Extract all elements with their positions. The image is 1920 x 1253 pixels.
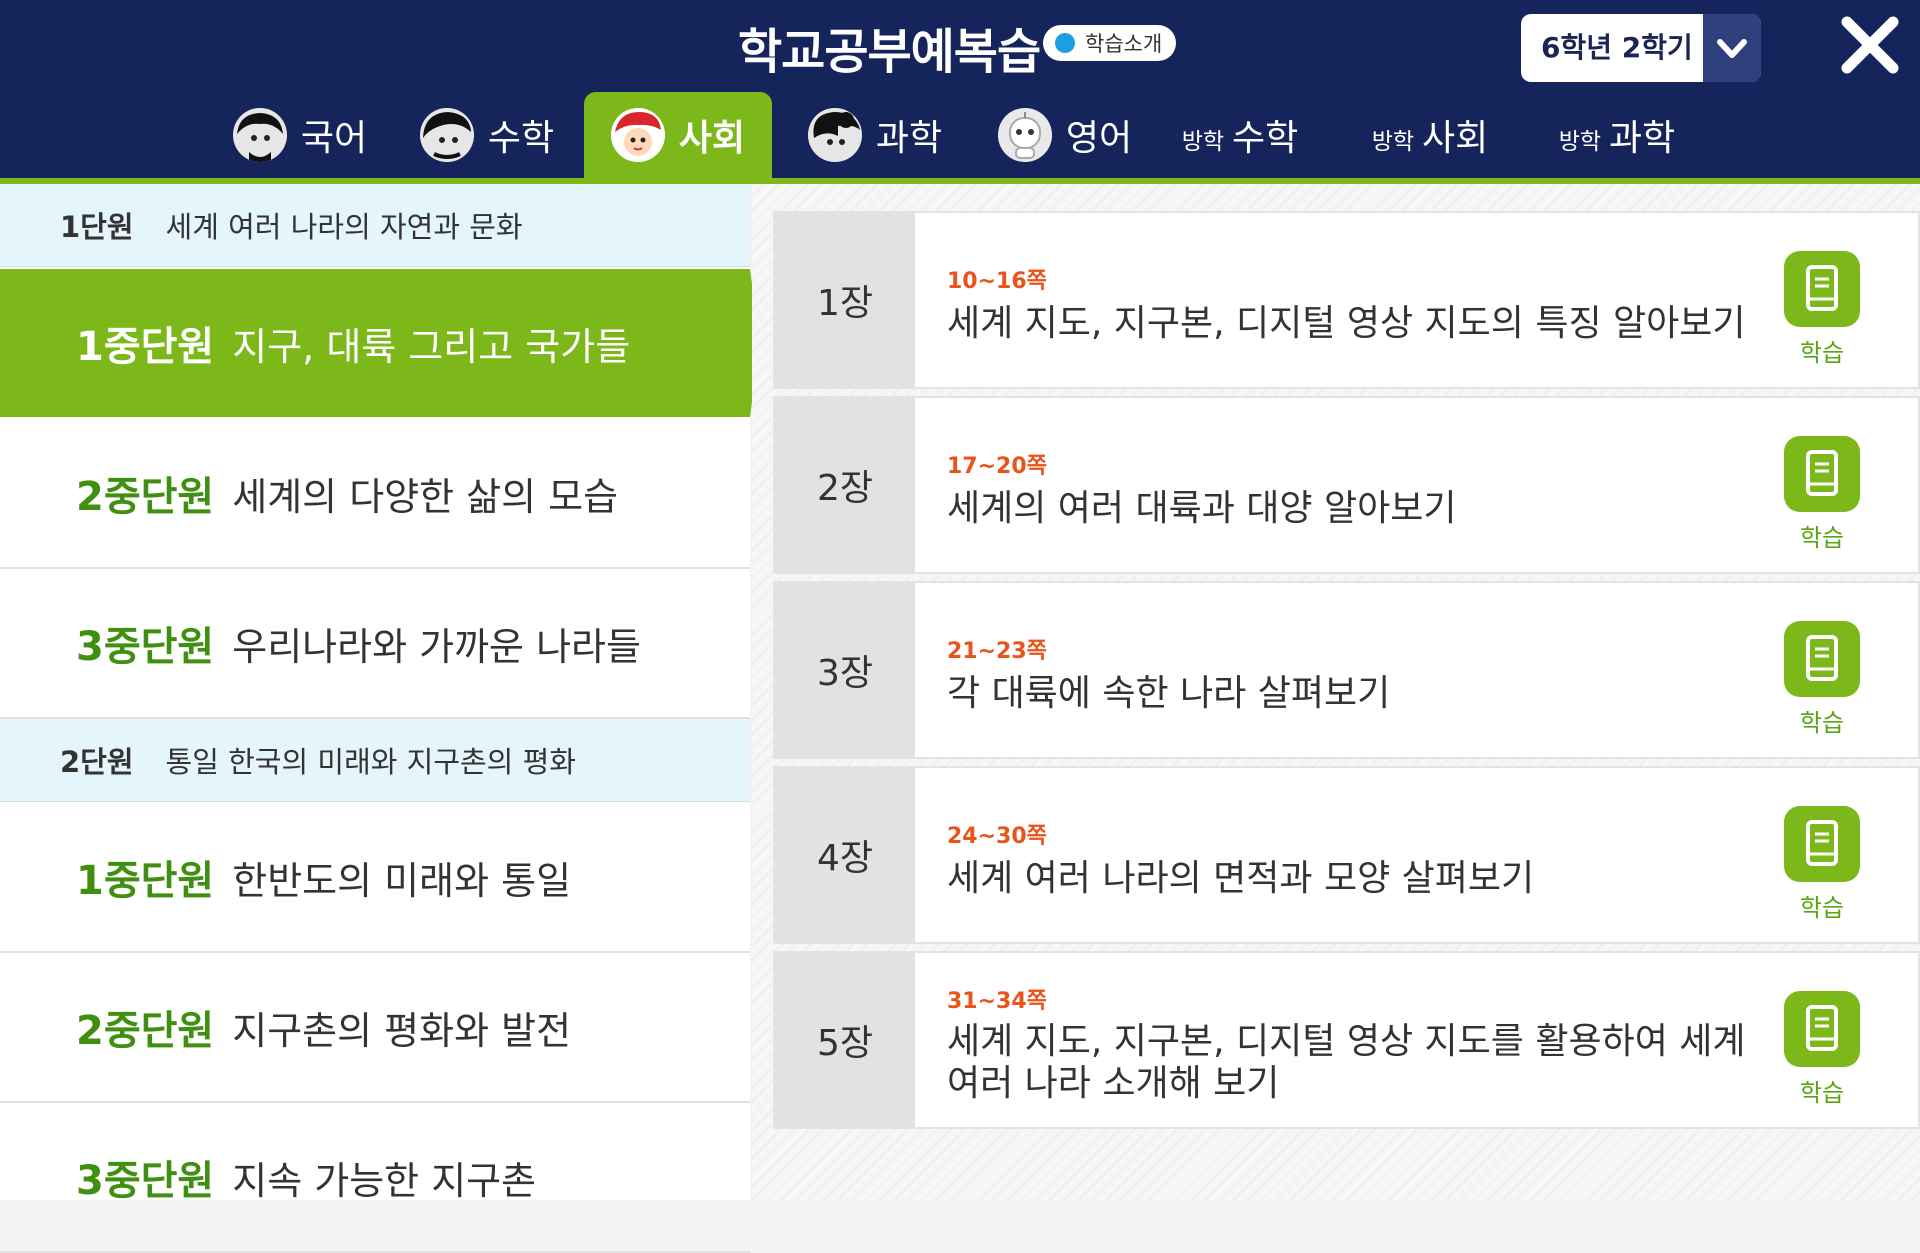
chapter-card: 1장 10~16쪽 세계 지도, 지구본, 디지털 영상 지도의 특징 알아보기…	[773, 211, 1920, 389]
chapter-pages: 21~23쪽	[947, 639, 1047, 664]
tab-science[interactable]: 과학	[800, 92, 950, 178]
unit-header: 2단원 통일 한국의 미래와 지구촌의 평화	[0, 719, 750, 802]
tab-vacation-science[interactable]: 방학 과학	[1547, 92, 1687, 178]
tab-label: 사회	[1422, 118, 1489, 159]
subunit-item[interactable]: 2중단원 지구촌의 평화와 발전	[0, 953, 750, 1103]
close-icon[interactable]	[1835, 10, 1905, 80]
tab-label: 영어	[1065, 118, 1133, 159]
chapter-pages: 10~16쪽	[947, 269, 1047, 294]
chapter-card: 4장 24~30쪽 세계 여러 나라의 면적과 모양 살펴보기 학습	[773, 766, 1920, 944]
korean-avatar-icon	[232, 108, 287, 162]
subunit-title: 지구촌의 평화와 발전	[232, 1008, 572, 1053]
app-title: 학교공부예복습	[738, 24, 1041, 80]
unit-header: 1단원 세계 여러 나라의 자연과 문화	[0, 184, 750, 267]
grade-selector-value: 6학년 2학기	[1541, 31, 1693, 64]
chapter-title: 세계 지도, 지구본, 디지털 영상 지도의 특징 알아보기	[947, 303, 1746, 344]
science-avatar-icon	[807, 108, 862, 162]
subunit-number: 1중단원	[76, 324, 215, 370]
chapter-pages: 24~30쪽	[947, 824, 1047, 849]
chapter-number: 2장	[775, 398, 915, 572]
book-icon	[1784, 806, 1860, 882]
chapter-number: 5장	[775, 953, 915, 1127]
chapter-card: 2장 17~20쪽 세계의 여러 대륙과 대양 알아보기 학습	[773, 396, 1920, 574]
subunit-number: 2중단원	[76, 474, 215, 520]
book-icon	[1784, 991, 1860, 1067]
study-label: 학습	[1799, 709, 1845, 737]
subunit-title: 세계의 다양한 삶의 모습	[232, 474, 619, 519]
tab-label: 수학	[1232, 118, 1299, 159]
grade-selector[interactable]: 6학년 2학기	[1521, 14, 1761, 82]
chevron-down-icon[interactable]	[1703, 14, 1761, 82]
subunit-number: 1중단원	[76, 858, 215, 904]
chapter-card: 5장 31~34쪽 세계 지도, 지구본, 디지털 영상 지도를 활용하여 세계…	[773, 951, 1920, 1129]
subunit-item[interactable]: 1중단원 지구, 대륙 그리고 국가들	[0, 269, 760, 417]
chapter-title: 각 대륙에 속한 나라 살펴보기	[947, 673, 1391, 714]
english-robot-icon	[997, 108, 1052, 162]
study-label: 학습	[1799, 894, 1845, 922]
subunit-number: 3중단원	[76, 624, 215, 670]
tab-prefix: 방학	[1181, 129, 1225, 155]
chapter-pages: 31~34쪽	[947, 989, 1047, 1014]
subunit-item[interactable]: 3중단원 지속 가능한 지구촌	[0, 1103, 750, 1253]
intro-dot-icon	[1055, 33, 1075, 53]
tab-prefix: 방학	[1371, 129, 1415, 155]
chapter-pages: 17~20쪽	[947, 454, 1047, 479]
intro-label: 학습소개	[1085, 32, 1163, 56]
social-avatar-icon	[610, 108, 665, 162]
book-icon	[1784, 621, 1860, 697]
study-label: 학습	[1799, 339, 1845, 367]
intro-button[interactable]: 학습소개	[1043, 25, 1177, 61]
chapter-title: 세계의 여러 대륙과 대양 알아보기	[947, 488, 1457, 529]
study-button[interactable]: 학습	[1784, 806, 1860, 923]
study-label: 학습	[1799, 524, 1845, 552]
study-label: 학습	[1799, 1079, 1845, 1107]
tab-label: 수학	[487, 118, 555, 159]
math-avatar-icon	[419, 108, 474, 162]
chapter-card: 3장 21~23쪽 각 대륙에 속한 나라 살펴보기 학습	[773, 581, 1920, 759]
book-icon	[1784, 436, 1860, 512]
tab-english[interactable]: 영어	[990, 92, 1140, 178]
tab-label: 과학	[875, 118, 943, 159]
tab-label: 사회	[678, 118, 746, 159]
subunit-number: 2중단원	[76, 1008, 215, 1054]
chapter-number: 4장	[775, 768, 915, 942]
subunit-item[interactable]: 1중단원 한반도의 미래와 통일	[0, 803, 750, 953]
tab-vacation-social[interactable]: 방학 사회	[1360, 92, 1500, 178]
tab-vacation-math[interactable]: 방학 수학	[1170, 92, 1310, 178]
unit-number: 1단원	[60, 210, 134, 244]
tab-label: 국어	[300, 118, 368, 159]
unit-number: 2단원	[60, 745, 134, 779]
study-button[interactable]: 학습	[1784, 621, 1860, 738]
chapter-title: 세계 지도, 지구본, 디지털 영상 지도를 활용하여 세계 여러 나라 소개해…	[947, 1021, 1746, 1104]
chapter-number: 3장	[775, 583, 915, 757]
subunit-item[interactable]: 3중단원 우리나라와 가까운 나라들	[0, 569, 750, 719]
study-button[interactable]: 학습	[1784, 991, 1860, 1108]
subunit-title: 지구, 대륙 그리고 국가들	[232, 324, 631, 369]
chapter-title: 세계 여러 나라의 면적과 모양 살펴보기	[947, 858, 1535, 899]
tab-label: 과학	[1609, 118, 1676, 159]
subunit-item[interactable]: 2중단원 세계의 다양한 삶의 모습	[0, 419, 750, 569]
tab-math[interactable]: 수학	[412, 92, 562, 178]
unit-title: 세계 여러 나라의 자연과 문화	[165, 210, 523, 244]
book-icon	[1784, 251, 1860, 327]
study-button[interactable]: 학습	[1784, 436, 1860, 553]
unit-title: 통일 한국의 미래와 지구촌의 평화	[165, 745, 576, 779]
tab-korean[interactable]: 국어	[225, 92, 375, 178]
subunit-title: 지속 가능한 지구촌	[232, 1158, 537, 1203]
unit-list: 1단원 세계 여러 나라의 자연과 문화 1중단원 지구, 대륙 그리고 국가들…	[0, 184, 760, 1253]
tab-social[interactable]: 사회	[584, 92, 772, 178]
tab-prefix: 방학	[1558, 129, 1602, 155]
subunit-title: 한반도의 미래와 통일	[232, 858, 572, 903]
chapter-number: 1장	[775, 213, 915, 387]
subject-tabs: 국어 수학 사회 과학 영어 방학 수학 방학 사회 방학 과학	[0, 92, 1920, 178]
subunit-title: 우리나라와 가까운 나라들	[232, 624, 641, 669]
subunit-number: 3중단원	[76, 1158, 215, 1204]
study-button[interactable]: 학습	[1784, 251, 1860, 368]
